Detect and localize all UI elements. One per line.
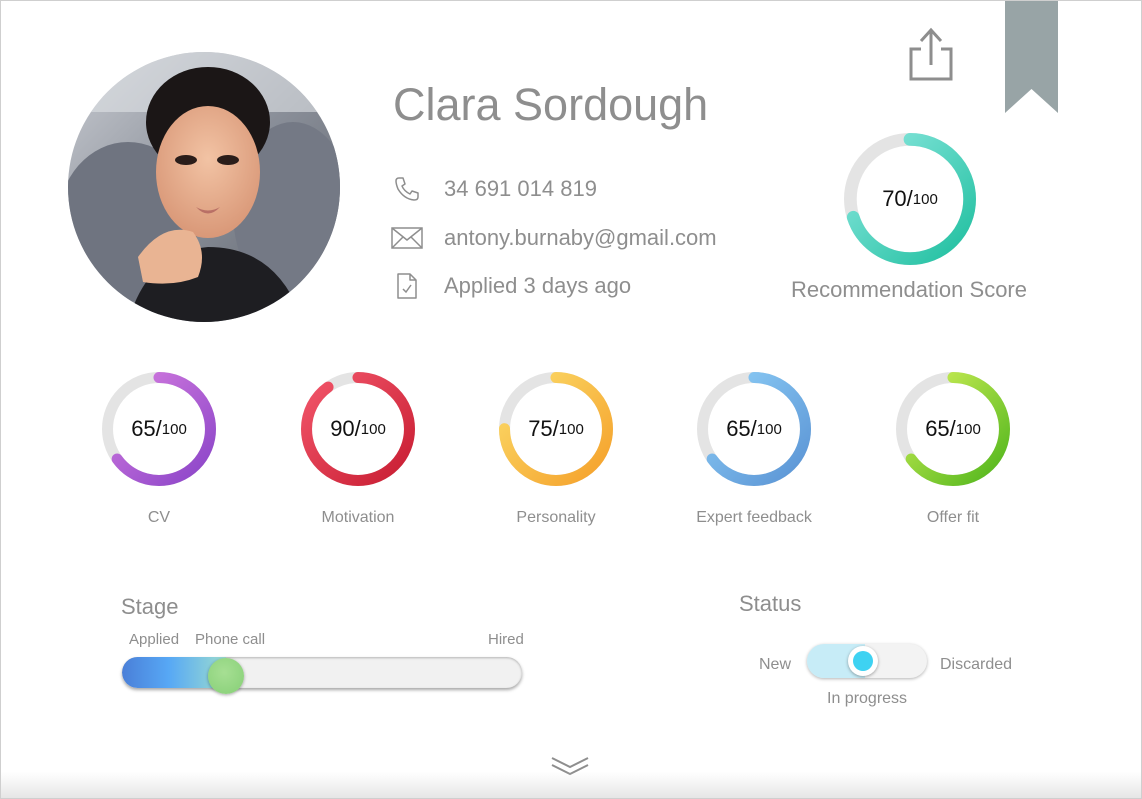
recommendation-score-value: 70/100 [882,186,938,211]
envelope-icon [391,222,423,254]
metric-expert-feedback-label: Expert feedback [696,509,812,526]
metric-cv-ring: 65/100 [101,371,217,487]
metric-cv: 65/100 CV [59,371,259,531]
phone-row: 34 691 014 819 [391,173,597,205]
phone-number[interactable]: 34 691 014 819 [444,176,597,202]
bookmark-button[interactable] [1005,1,1058,113]
avatar [68,52,340,322]
status-toggle-handle[interactable] [848,646,878,676]
applied-row: Applied 3 days ago [391,270,631,302]
email-row: antony.burnaby@gmail.com [391,222,717,254]
bookmark-icon [1005,1,1058,113]
metric-personality: 75/100 Personality [456,371,656,531]
metric-motivation-ring: 90/100 [300,371,416,487]
status-label-in-progress: In progress [827,690,908,707]
candidate-name: Clara Sordough [393,79,709,130]
bottom-shadow [1,772,1141,798]
metric-personality-ring: 75/100 [498,371,614,487]
metric-cv-label: CV [147,509,171,526]
avatar-photo [68,52,340,322]
stage-label-applied: Applied [129,631,180,648]
metric-offer-fit-value: 65/100 [925,416,981,441]
metric-expert-feedback-value: 65/100 [726,416,782,441]
recommendation-score-label: Recommendation Score [790,277,1027,302]
share-icon [909,27,953,81]
metric-motivation: 90/100 Motivation [258,371,458,531]
stage-slider-track[interactable] [122,657,522,688]
document-check-icon [391,270,423,302]
status-label-discarded: Discarded [940,656,1013,673]
status-label-new: New [759,656,792,673]
stage-label-phone-call: Phone call [195,631,266,648]
metric-personality-value: 75/100 [528,416,584,441]
stage-title: Stage [121,594,179,619]
phone-icon [391,173,423,205]
email-address[interactable]: antony.burnaby@gmail.com [444,225,717,251]
candidate-card: Clara Sordough 34 691 014 819 antony.bur… [0,0,1142,799]
recommendation-score-ring: 70/100 [843,132,977,266]
metric-expert-feedback: 65/100 Expert feedback [654,371,854,531]
applied-date: Applied 3 days ago [444,273,632,298]
metric-cv-value: 65/100 [131,416,187,441]
metric-offer-fit: 65/100 Offer fit [853,371,1053,531]
stage-slider-handle[interactable] [208,658,244,694]
metric-personality-label: Personality [516,509,596,526]
metric-offer-fit-ring: 65/100 [895,371,1011,487]
stage-label-hired: Hired [488,631,524,648]
metric-expert-feedback-ring: 65/100 [696,371,812,487]
metric-motivation-label: Motivation [321,509,395,526]
metric-motivation-value: 90/100 [330,416,386,441]
share-button[interactable] [903,25,959,85]
status-title: Status [739,591,802,616]
metric-offer-fit-label: Offer fit [926,509,980,526]
